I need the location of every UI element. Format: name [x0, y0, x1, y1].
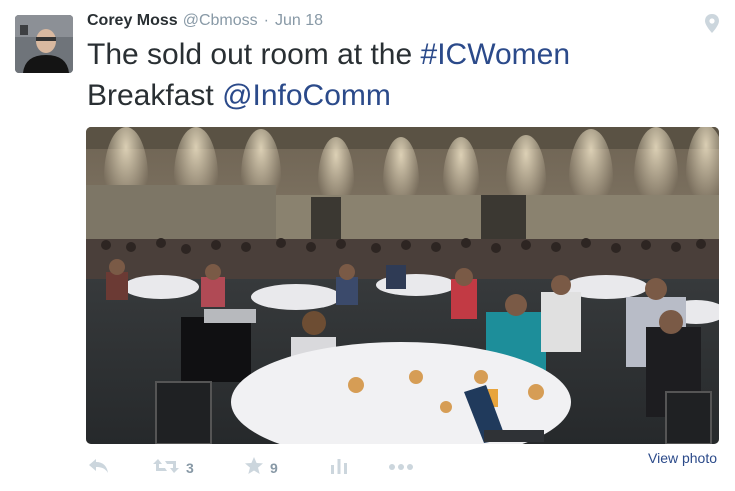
retweet-icon [152, 457, 180, 480]
tweet-header: Corey Moss @Cbmoss · Jun 18 [87, 12, 323, 34]
tweet-text-part-2: Breakfast [87, 79, 223, 112]
more-button[interactable] [388, 454, 414, 482]
separator: · [263, 12, 269, 29]
tweet-text-part-1: The sold out room at the [87, 38, 421, 71]
author-name[interactable]: Corey Moss [87, 12, 178, 30]
reply-button[interactable] [88, 454, 110, 482]
analytics-button[interactable] [330, 454, 348, 482]
tweet: Corey Moss @Cbmoss · Jun 18 The sold out… [0, 0, 735, 491]
favorite-button[interactable]: 9 [244, 454, 278, 482]
tweet-text: The sold out room at the #ICWomen Breakf… [87, 34, 707, 116]
bar-chart-icon [330, 457, 348, 480]
star-icon [244, 456, 264, 481]
favorite-count: 9 [270, 460, 278, 476]
location-pin-icon[interactable] [703, 13, 721, 35]
retweet-count: 3 [186, 460, 194, 476]
tweet-photo[interactable] [86, 127, 719, 444]
author-handle[interactable]: @Cbmoss [183, 12, 258, 30]
hashtag-link[interactable]: #ICWomen [421, 38, 571, 71]
reply-icon [88, 458, 110, 479]
mention-link[interactable]: @InfoComm [222, 79, 391, 112]
tweet-actions: 3 9 [86, 454, 735, 482]
avatar[interactable] [15, 15, 73, 73]
timestamp[interactable]: Jun 18 [275, 12, 323, 30]
retweet-button[interactable]: 3 [152, 454, 194, 482]
more-dots-icon [388, 459, 414, 477]
view-photo-link[interactable]: View photo [648, 450, 717, 466]
